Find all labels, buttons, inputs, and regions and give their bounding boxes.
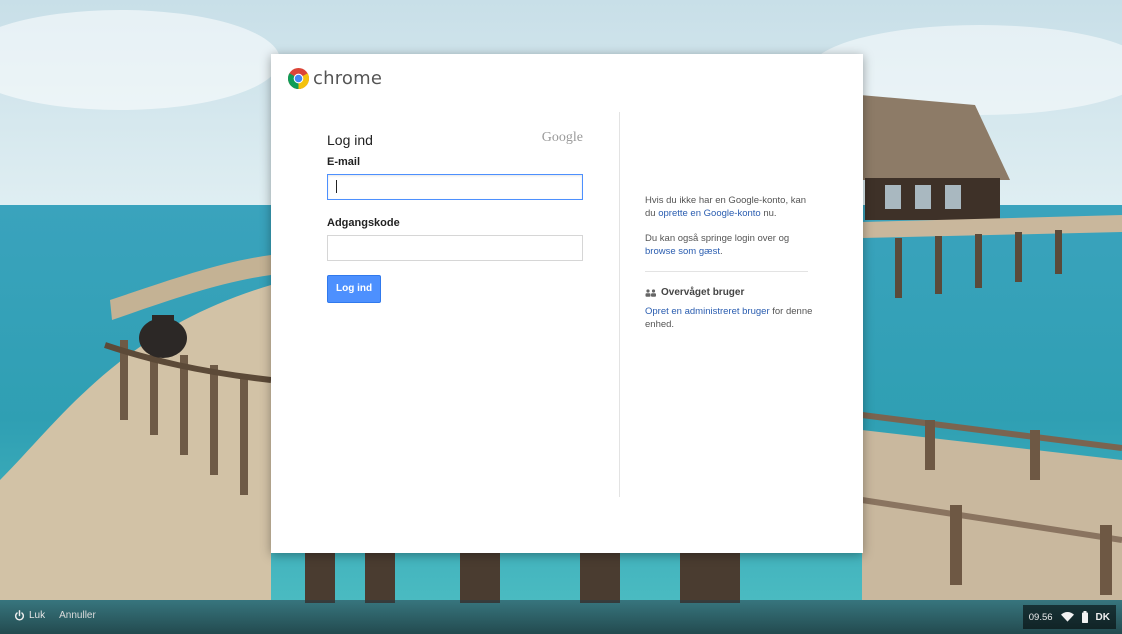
cancel-button[interactable]: Annuller bbox=[59, 610, 96, 621]
chrome-logo-icon bbox=[288, 68, 309, 89]
brand-name: chrome bbox=[313, 68, 383, 89]
battery-icon[interactable] bbox=[1081, 611, 1088, 623]
supervised-user-label: Overvåget bruger bbox=[661, 287, 745, 298]
login-screen: chrome Log ind Google E-mail Adgangskode… bbox=[0, 0, 1122, 634]
guest-suffix: . bbox=[719, 246, 723, 257]
power-icon[interactable] bbox=[14, 610, 25, 621]
clock[interactable]: 09.56 bbox=[1029, 612, 1053, 623]
guest-text: Du kan også springe login over og browse… bbox=[645, 232, 815, 258]
create-supervised-user-link[interactable]: Opret en administreret bruger bbox=[645, 306, 770, 317]
login-form: Log ind Google E-mail Adgangskode Log in… bbox=[327, 130, 583, 303]
keyboard-language[interactable]: DK bbox=[1096, 612, 1110, 623]
status-tray[interactable]: 09.56 DK bbox=[1022, 605, 1116, 629]
supervised-user-title: Overvåget bruger bbox=[645, 286, 815, 299]
email-input[interactable] bbox=[327, 174, 583, 200]
vertical-divider bbox=[619, 112, 620, 497]
password-input[interactable] bbox=[327, 235, 583, 261]
create-account-text: Hvis du ikke har en Google-konto, kan du… bbox=[645, 194, 815, 220]
guest-prefix: Du kan også springe login over og bbox=[645, 233, 790, 244]
horizontal-divider bbox=[645, 271, 808, 272]
password-label: Adgangskode bbox=[327, 217, 400, 229]
browse-as-guest-link[interactable]: browse som gæst bbox=[645, 246, 720, 257]
info-panel: Hvis du ikke har en Google-konto, kan du… bbox=[645, 194, 815, 331]
shelf-actions: Luk Annuller bbox=[14, 610, 96, 621]
create-account-suffix: nu. bbox=[760, 208, 777, 219]
email-label: E-mail bbox=[327, 156, 361, 168]
create-account-link[interactable]: oprette en Google-konto bbox=[658, 208, 760, 219]
shelf: Luk Annuller 09.56 DK bbox=[0, 600, 1122, 634]
google-wordmark: Google bbox=[541, 130, 583, 145]
wifi-icon[interactable] bbox=[1060, 612, 1074, 622]
shutdown-button[interactable]: Luk bbox=[29, 610, 45, 621]
supervised-user-icon bbox=[645, 288, 656, 297]
login-dialog: chrome Log ind Google E-mail Adgangskode… bbox=[271, 54, 863, 553]
supervised-user-text: Opret en administreret bruger for denne … bbox=[645, 305, 815, 331]
login-button[interactable]: Log ind bbox=[327, 275, 382, 303]
text-caret bbox=[336, 180, 337, 193]
chrome-brand: chrome bbox=[288, 68, 382, 89]
